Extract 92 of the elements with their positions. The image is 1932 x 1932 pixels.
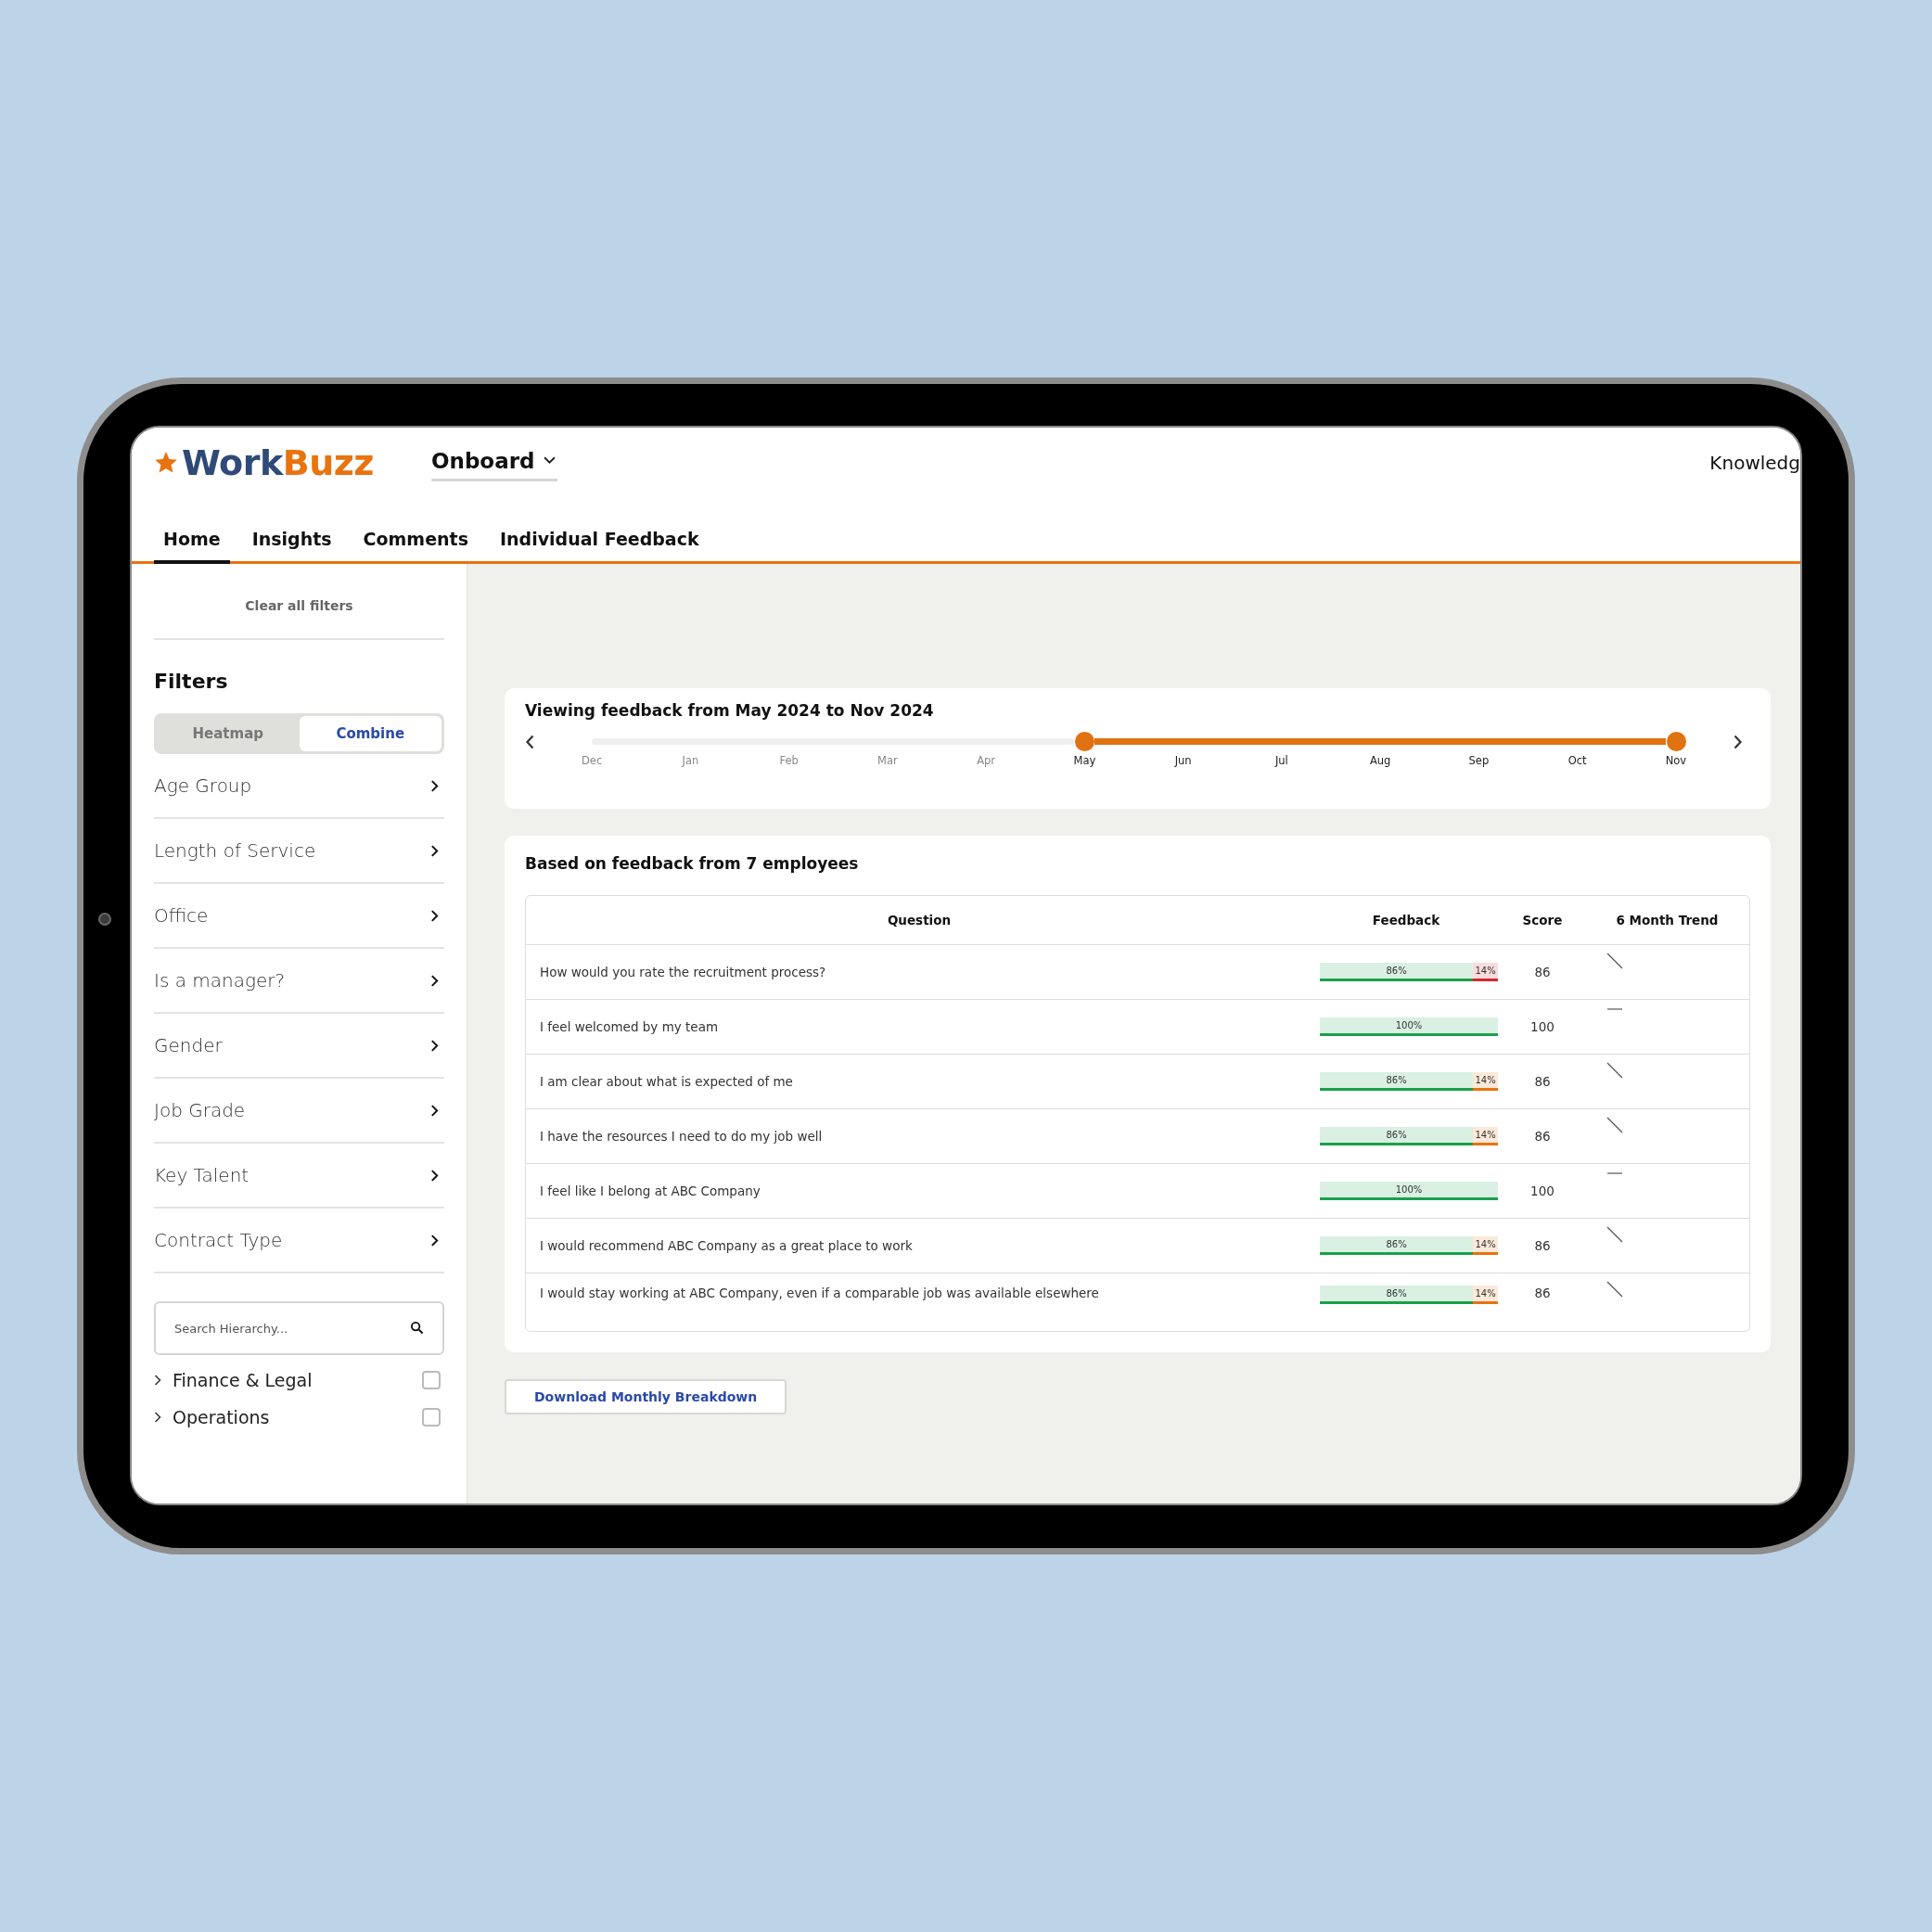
expand-chevron-icon[interactable] <box>154 1375 161 1386</box>
month-label: Jun <box>1173 754 1193 767</box>
filter-item[interactable]: Is a manager? <box>154 949 444 1014</box>
score-cell: 86 <box>1500 1219 1585 1273</box>
range-handle[interactable] <box>1075 732 1095 751</box>
feedback-percent: 14% <box>1474 1129 1497 1142</box>
feedback-percent: 14% <box>1474 1287 1497 1300</box>
logo[interactable]: WorkBuzz <box>182 442 374 483</box>
month-label: Feb <box>778 754 800 767</box>
question-cell: I am clear about what is expected of me <box>526 1055 1312 1109</box>
column-header: Question <box>526 896 1312 945</box>
question-cell: I would recommend ABC Company as a great place to work <box>526 1219 1312 1273</box>
chevron-left-icon[interactable] <box>525 735 535 749</box>
chevron-right-icon <box>430 974 439 987</box>
search-icon <box>410 1321 424 1335</box>
question-cell-text: I would stay working at ABC Company, even if a comparable job was available elsewhere <box>539 1285 1100 1302</box>
month-label: Aug <box>1368 754 1392 767</box>
month-label: Jul <box>1273 754 1289 767</box>
question-cell: How would you rate the recruitment process? <box>526 945 1312 1000</box>
timeline-title: Viewing feedback from May 2024 to Nov 2024 <box>525 701 935 720</box>
month-label: Oct <box>1567 754 1588 767</box>
search-field[interactable]: Search Hierarchy... <box>154 1301 444 1355</box>
month-label: May <box>1072 754 1097 767</box>
month-label: Sep <box>1467 754 1491 767</box>
question-cell: I feel like I belong at ABC Company <box>526 1164 1312 1219</box>
chevron-right-icon[interactable] <box>1733 735 1743 749</box>
nav-tab[interactable]: Comments <box>353 525 478 564</box>
feedback-fill: 86% <box>1320 963 1474 981</box>
feedback-percent: 14% <box>1474 965 1497 978</box>
chevron-right-icon <box>430 909 439 922</box>
chevron-right-icon <box>430 779 439 792</box>
trend-sparkline <box>1606 1226 1623 1243</box>
filters-heading: Filters <box>154 670 229 693</box>
question-cell: I have the resources I need to do my job well <box>526 1109 1312 1164</box>
chevron-right-icon <box>430 844 439 857</box>
chevron-right-icon <box>430 1234 439 1247</box>
feedback-percent: 14% <box>1474 1074 1497 1087</box>
score-cell: 100 <box>1500 1164 1585 1219</box>
trend-sparkline <box>1606 1062 1623 1079</box>
question-cell: I feel welcomed by my team <box>526 1000 1312 1055</box>
month-label: Mar <box>876 754 899 767</box>
checkbox[interactable] <box>422 1408 441 1427</box>
feedback-fill: 86% <box>1320 1072 1474 1091</box>
knowledge-link[interactable]: Knowledg <box>1709 452 1800 474</box>
star-icon <box>154 451 178 475</box>
score-cell: 86 <box>1500 945 1585 1000</box>
filter-item[interactable]: Gender <box>154 1014 444 1079</box>
chevron-right-icon <box>430 1104 439 1117</box>
toggle-option[interactable]: Combine <box>299 716 441 751</box>
month-label: Nov <box>1664 754 1688 767</box>
feedback-fill: 86% <box>1320 1127 1474 1145</box>
feedback-fill: 100% <box>1320 1182 1498 1200</box>
column-header: Score <box>1500 896 1585 945</box>
column-header: 6 Month Trend <box>1585 896 1749 945</box>
filter-item[interactable]: Job Grade <box>154 1079 444 1144</box>
filter-item[interactable]: Key Talent <box>154 1144 444 1209</box>
nav-tab[interactable]: Individual Feedback <box>491 525 709 564</box>
download-button[interactable]: Download Monthly Breakdown <box>505 1379 787 1414</box>
nav-tab[interactable]: Insights <box>242 525 341 564</box>
score-cell-text: 86 <box>1533 1285 1552 1302</box>
hierarchy-item[interactable]: Finance & Legal <box>173 1370 422 1390</box>
month-label: Apr <box>976 754 997 767</box>
score-cell: 100 <box>1500 1000 1585 1055</box>
feedback-fill: 86% <box>1320 1236 1474 1255</box>
trend-sparkline <box>1606 1117 1623 1133</box>
month-label: Dec <box>581 754 604 767</box>
filter-item[interactable]: Age Group <box>154 754 444 819</box>
filter-item[interactable]: Contract Type <box>154 1209 444 1273</box>
filter-item[interactable]: Office <box>154 884 444 949</box>
chevron-right-icon <box>430 1039 439 1052</box>
range-handle[interactable] <box>1666 732 1686 751</box>
clear-filters-link[interactable]: Clear all filters <box>239 597 359 614</box>
chevron-right-icon <box>430 1169 439 1182</box>
score-cell: 86 <box>1500 1055 1585 1109</box>
hierarchy-item[interactable]: Operations <box>173 1407 422 1427</box>
score-cell: 86 <box>1500 1109 1585 1164</box>
trend-sparkline <box>1606 1281 1623 1298</box>
results-title: Based on feedback from 7 employees <box>525 854 860 873</box>
chevron-down-icon <box>544 456 557 465</box>
trend-sparkline <box>1606 1171 1623 1175</box>
filter-item[interactable]: Length of Service <box>154 819 444 884</box>
checkbox[interactable] <box>422 1371 441 1389</box>
product-dropdown[interactable]: Onboard <box>430 444 557 481</box>
month-label: Jan <box>681 754 700 767</box>
trend-sparkline <box>1606 1007 1623 1011</box>
feedback-fill: 86% <box>1320 1286 1474 1304</box>
column-header: Feedback <box>1312 896 1500 945</box>
camera-lens <box>98 913 111 926</box>
expand-chevron-icon[interactable] <box>154 1412 161 1423</box>
feedback-fill: 100% <box>1320 1017 1498 1036</box>
feedback-percent: 14% <box>1474 1238 1497 1251</box>
trend-sparkline <box>1606 953 1623 969</box>
